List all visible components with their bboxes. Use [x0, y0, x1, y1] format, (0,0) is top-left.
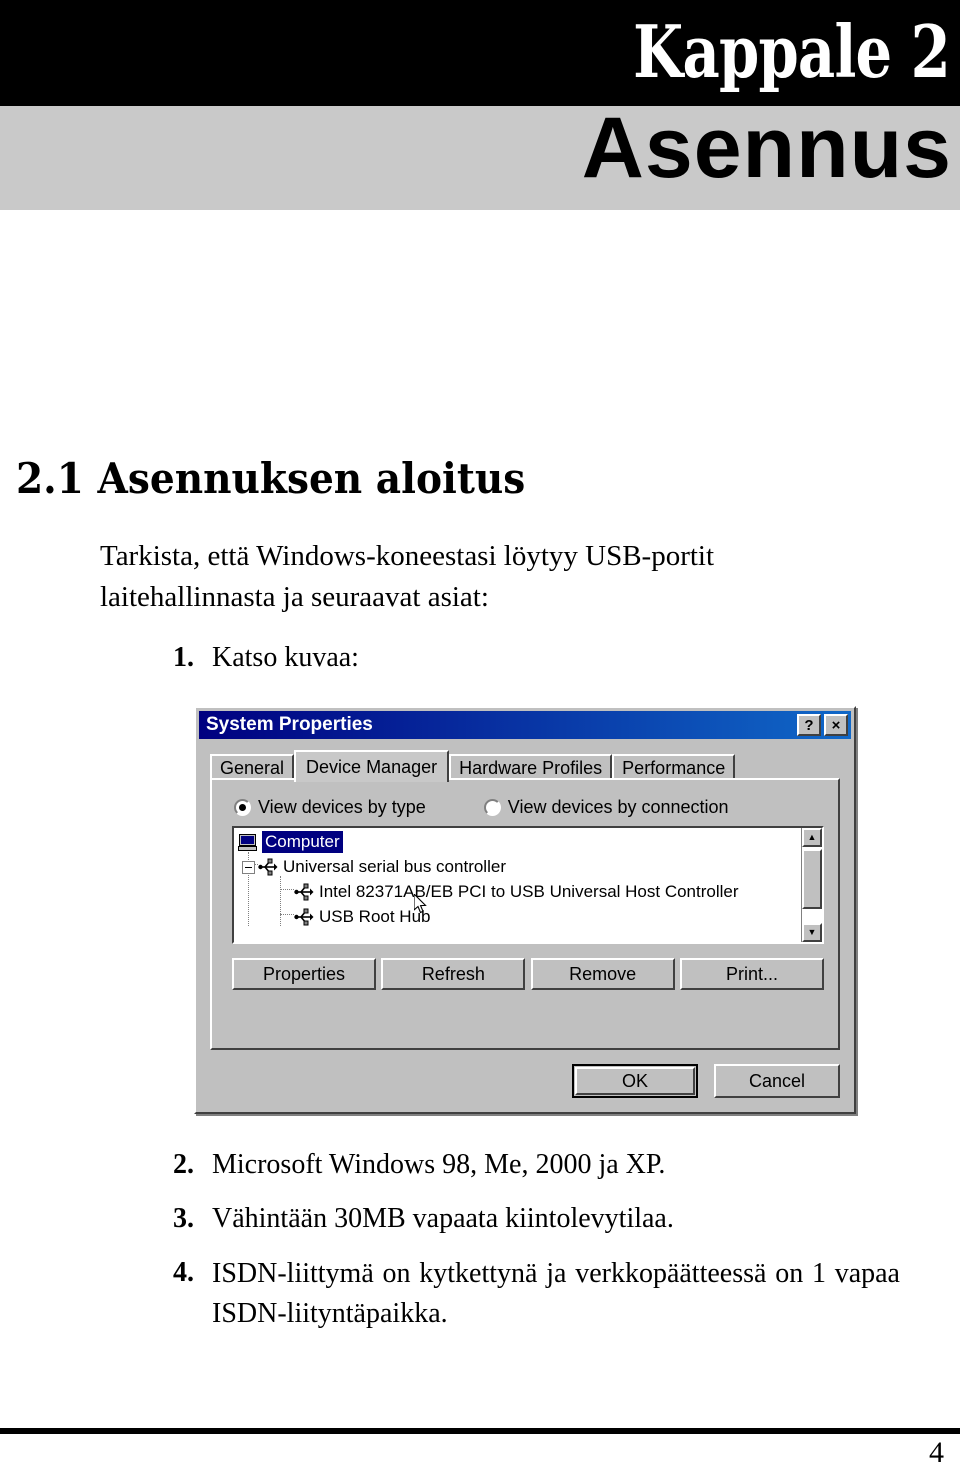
radio-view-by-connection-label: View devices by connection	[507, 796, 729, 817]
list-item-number: 2.	[173, 1149, 194, 1180]
device-action-buttons: Properties Refresh Remove Print...	[232, 958, 824, 990]
intro-paragraph: Tarkista, että Windows-koneestasi löytyy…	[100, 540, 715, 613]
tab-performance[interactable]: Performance	[612, 754, 736, 780]
list-item-number: 4.	[173, 1257, 194, 1288]
footer-rule	[0, 1428, 960, 1434]
collapse-expander-icon[interactable]	[242, 860, 255, 874]
remove-button[interactable]: Remove	[530, 958, 675, 990]
tree-connector-line	[280, 914, 294, 915]
close-icon[interactable]: ×	[824, 714, 848, 736]
radio-view-by-type-label: View devices by type	[258, 796, 426, 817]
ok-button[interactable]: OK	[572, 1064, 698, 1098]
tab-device-manager[interactable]: Device Manager	[294, 750, 450, 782]
tree-connector-line	[280, 876, 281, 926]
device-manager-panel: View devices by type View devices by con…	[210, 778, 840, 1050]
radio-unselected-icon[interactable]	[483, 798, 501, 816]
scroll-down-icon[interactable]: ▼	[802, 923, 822, 942]
list-item-number: 1.	[173, 642, 194, 673]
print-button[interactable]: Print...	[679, 958, 824, 990]
chapter-label: Kappale 2	[633, 9, 951, 94]
radio-view-by-connection[interactable]: View devices by connection	[483, 796, 729, 818]
tree-item-label: Computer	[261, 830, 344, 854]
tree-item-usb-root-hub[interactable]: USB Root Hub	[294, 905, 431, 929]
usb-icon	[294, 883, 314, 901]
properties-button[interactable]: Properties	[232, 958, 376, 990]
system-properties-dialog[interactable]: System Properties ? × General Device Man…	[194, 706, 856, 1114]
scrollbar-track[interactable]	[802, 847, 822, 923]
scroll-up-icon[interactable]: ▲	[802, 828, 822, 847]
page-title: Asennus	[581, 100, 952, 196]
list-item-text: Vähintään 30MB vapaata kiintolevytilaa.	[212, 1203, 674, 1234]
scrollbar-thumb[interactable]	[802, 849, 822, 909]
cancel-button[interactable]: Cancel	[714, 1064, 840, 1098]
dialog-titlebar[interactable]: System Properties ? ×	[199, 711, 851, 739]
titlebar-buttons: ? ×	[797, 714, 848, 736]
dialog-title: System Properties	[206, 714, 373, 735]
tab-hardware-profiles[interactable]: Hardware Profiles	[449, 754, 613, 780]
tree-item-computer[interactable]: Computer	[238, 830, 344, 854]
usb-icon	[258, 858, 278, 876]
tree-item-usb-controller[interactable]: Universal serial bus controller	[242, 855, 506, 879]
tab-general[interactable]: General	[210, 754, 295, 780]
title-band: Asennus	[0, 100, 960, 210]
radio-view-by-type[interactable]: View devices by type	[234, 797, 426, 818]
tree-connector-line	[280, 889, 294, 890]
list-item-number: 3.	[173, 1203, 194, 1234]
tree-item-intel-host-controller[interactable]: Intel 82371AB/EB PCI to USB Universal Ho…	[294, 880, 739, 904]
device-tree[interactable]: Computer Universal serial bus controller…	[232, 826, 824, 944]
tree-item-label: Universal serial bus controller	[283, 857, 506, 876]
tree-item-label: Intel 82371AB/EB PCI to USB Universal Ho…	[319, 882, 739, 901]
chapter-band: Kappale 2	[0, 0, 960, 106]
device-tree-body[interactable]: Computer Universal serial bus controller…	[234, 828, 801, 942]
list-item-text: Microsoft Windows 98, Me, 2000 ja XP.	[212, 1149, 666, 1180]
page-number: 4	[929, 1436, 944, 1469]
help-icon[interactable]: ?	[797, 714, 821, 736]
list-item-text: ISDN-liittymä on kytkettynä ja verkkopää…	[212, 1258, 900, 1329]
mouse-cursor-icon	[413, 892, 428, 914]
radio-selected-icon[interactable]	[234, 798, 251, 816]
usb-icon	[294, 908, 314, 926]
refresh-button[interactable]: Refresh	[381, 958, 526, 990]
tabstrip: General Device Manager Hardware Profiles…	[210, 750, 736, 782]
list-item-text: Katso kuvaa:	[212, 642, 359, 673]
dialog-buttons: OK Cancel	[572, 1064, 840, 1098]
computer-icon	[238, 833, 257, 851]
section-heading: 2.1 Asennuksen aloitus	[16, 454, 526, 503]
tree-scrollbar[interactable]: ▲ ▼	[801, 828, 822, 942]
view-mode-radio-group: View devices by type View devices by con…	[234, 794, 826, 820]
